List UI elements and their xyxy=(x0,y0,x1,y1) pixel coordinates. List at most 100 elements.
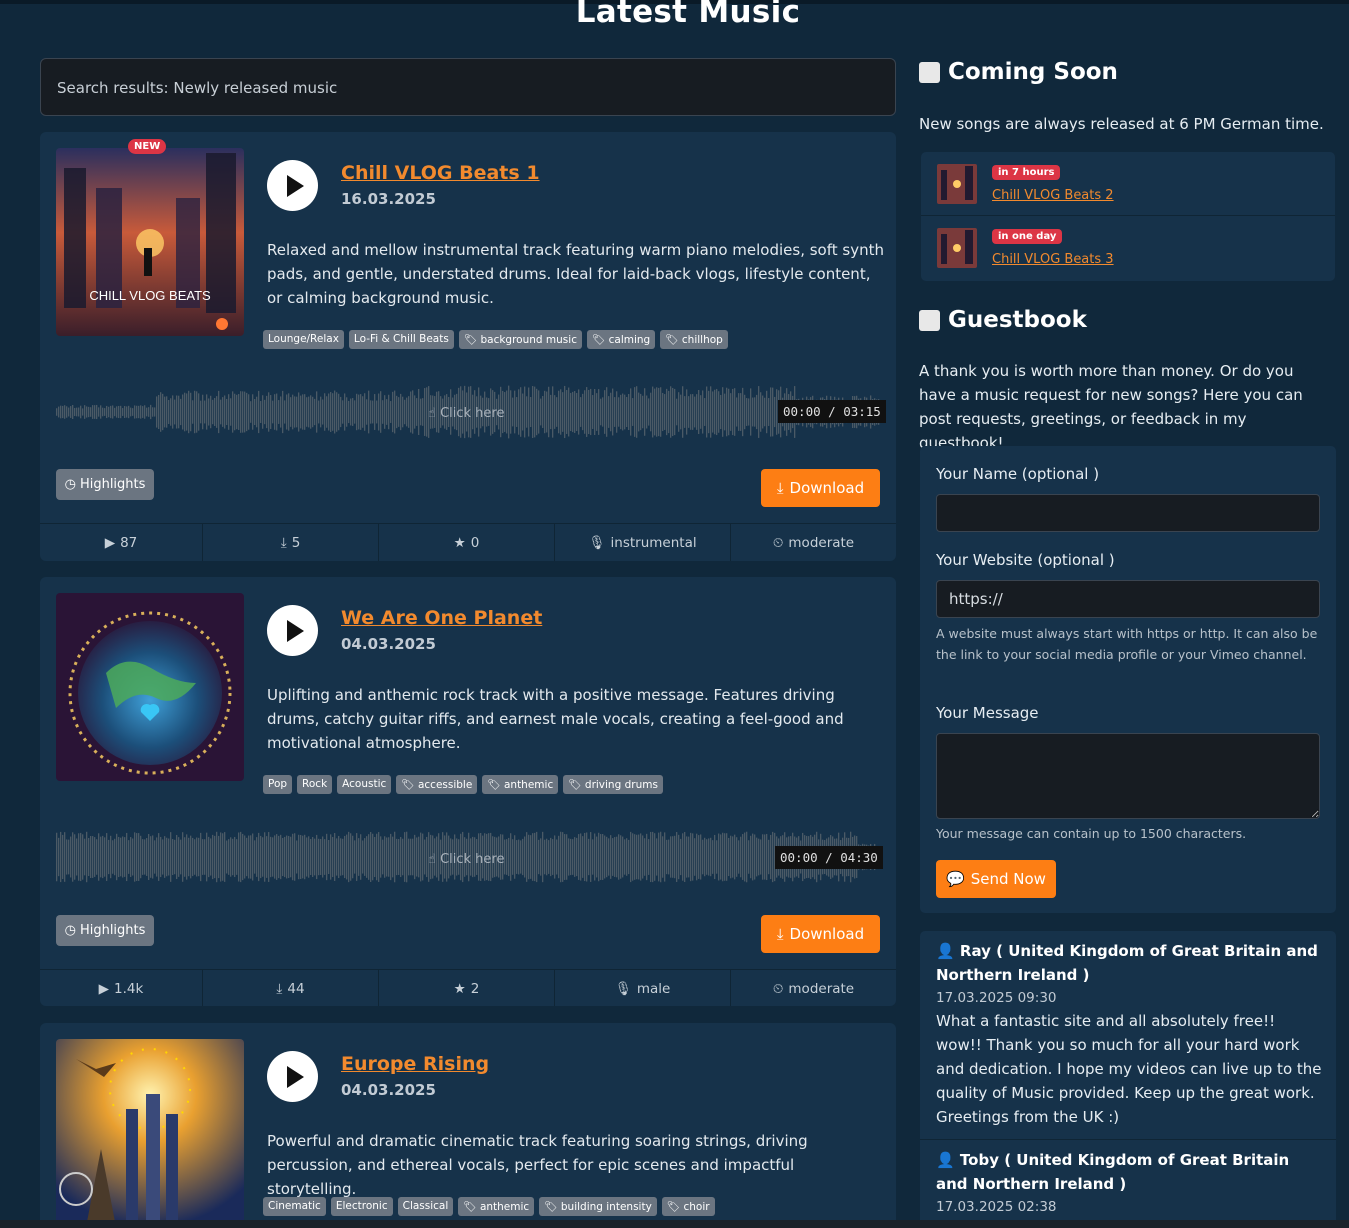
tag[interactable]: Pop xyxy=(263,775,293,794)
favorites-stat[interactable]: ★ 2 xyxy=(379,970,555,1006)
tempo-value: moderate xyxy=(788,980,855,997)
name-label: Your Name (optional ) xyxy=(936,465,1100,483)
time-display: 00:00 / 03:15 xyxy=(778,400,886,423)
new-badge: NEW xyxy=(128,139,167,154)
tag[interactable]: Cinematic xyxy=(263,1197,326,1216)
tag[interactable]: 🏷 accessible xyxy=(396,775,478,794)
cover-we-are-one-planet[interactable] xyxy=(56,593,244,781)
coming-soon-link[interactable]: Chill VLOG Beats 3 xyxy=(992,252,1114,267)
coming-soon-thumbnail[interactable] xyxy=(937,164,977,204)
tag[interactable]: 🏷 anthemic xyxy=(458,1197,535,1216)
guestbook-entries: 👤 Ray ( United Kingdom of Great Britain … xyxy=(920,931,1336,1228)
plays-stat: ▶ 1.4k xyxy=(40,970,203,1006)
downloads-value: 44 xyxy=(287,980,305,997)
clock-icon: ◷ xyxy=(64,923,76,938)
tag[interactable]: 🏷 chillhop xyxy=(660,330,728,349)
download-icon: ⤓ xyxy=(776,925,784,943)
download-label: Download xyxy=(789,479,865,497)
tempo-stat: ⏲ moderate xyxy=(731,970,896,1006)
tag[interactable]: Rock xyxy=(297,775,333,794)
tag[interactable]: 🏷 calming xyxy=(586,330,656,349)
time-display: 00:00 / 04:30 xyxy=(775,846,883,869)
track-title-link[interactable]: We Are One Planet xyxy=(341,607,542,629)
favorites-stat[interactable]: ★ 0 xyxy=(379,524,555,561)
search-results-text: Search results: Newly released music xyxy=(57,79,338,97)
entry-author: 👤 Toby ( United Kingdom of Great Britain… xyxy=(936,1148,1322,1196)
tag[interactable]: 🏷 building intensity xyxy=(539,1197,657,1216)
message-textarea[interactable] xyxy=(936,733,1320,819)
highlights-label: Highlights xyxy=(79,923,146,938)
entry-date: 17.03.2025 02:38 xyxy=(936,1199,1057,1215)
website-label: Your Website (optional ) xyxy=(936,551,1115,569)
book-icon xyxy=(919,309,940,331)
track-title-link[interactable]: Chill VLOG Beats 1 xyxy=(341,162,540,184)
downloads-stat: ⤓ 44 xyxy=(203,970,379,1006)
tag[interactable]: 🏷 driving drums xyxy=(563,775,663,794)
cover-chill-vlog-beats-1[interactable]: CHILL VLOG BEATS xyxy=(56,148,244,336)
coming-soon-list: in 7 hours Chill VLOG Beats 2 in one day… xyxy=(921,152,1335,281)
track-card: Europe Rising 04.03.2025 Powerful and dr… xyxy=(40,1023,896,1228)
downloads-value: 5 xyxy=(291,534,301,551)
download-button[interactable]: ⤓ Download xyxy=(761,469,880,507)
tag[interactable]: 🏷 anthemic xyxy=(482,775,559,794)
entry-author: 👤 Ray ( United Kingdom of Great Britain … xyxy=(936,939,1322,987)
release-note: New songs are always released at 6 PM Ge… xyxy=(919,115,1324,133)
user-icon: 👤 xyxy=(936,1151,955,1169)
download-button[interactable]: ⤓ Download xyxy=(761,915,880,953)
click-here-hint: ☝ Click here xyxy=(428,852,505,867)
tempo-icon: ⏲ xyxy=(772,534,784,551)
play-icon xyxy=(286,619,304,642)
track-stats: ▶ 87 ⤓ 5 ★ 0 🎙 instrumental ⏲ moderate xyxy=(40,523,896,561)
highlights-label: Highlights xyxy=(79,477,146,492)
microphone-icon: 🎙 xyxy=(614,980,632,997)
tag-list: Cinematic Electronic Classical 🏷 anthemic 🏷 … xyxy=(263,1197,715,1216)
comment-icon: 💬 xyxy=(946,870,965,888)
play-button[interactable] xyxy=(267,160,318,211)
play-button[interactable] xyxy=(267,1051,318,1102)
calendar-icon xyxy=(919,61,940,83)
message-help: Your message can contain up to 1500 char… xyxy=(936,826,1247,841)
star-icon: ★ xyxy=(453,980,466,997)
download-count-icon: ⤓ xyxy=(280,534,287,551)
guestbook-form: Your Name (optional ) Your Website (opti… xyxy=(920,446,1336,913)
send-now-button[interactable]: 💬 Send Now xyxy=(936,860,1056,898)
entry-message: What a fantastic site and all absolutely… xyxy=(936,1012,1322,1126)
track-stats: ▶ 1.4k ⤓ 44 ★ 2 🎙 male ⏲ moderate xyxy=(40,969,896,1006)
track-date: 16.03.2025 xyxy=(341,190,436,208)
vocals-stat: 🎙 male xyxy=(555,970,731,1006)
message-label: Your Message xyxy=(936,704,1039,722)
guestbook-heading: Guestbook xyxy=(919,307,1087,333)
track-title-link[interactable]: Europe Rising xyxy=(341,1053,489,1075)
release-countdown-badge: in 7 hours xyxy=(992,165,1061,180)
coming-soon-thumbnail[interactable] xyxy=(937,228,977,268)
download-icon: ⤓ xyxy=(776,479,784,497)
website-help: A website must always start with https o… xyxy=(936,626,1318,662)
track-card: We Are One Planet 04.03.2025 Uplifting a… xyxy=(40,577,896,1006)
highlights-button[interactable]: ◷ Highlights xyxy=(56,469,154,500)
downloads-stat: ⤓ 5 xyxy=(203,524,379,561)
star-icon: ★ xyxy=(453,534,466,551)
tag[interactable]: Lounge/Relax xyxy=(263,330,344,349)
track-description: Uplifting and anthemic rock track with a… xyxy=(267,686,844,752)
track-description: Powerful and dramatic cinematic track fe… xyxy=(267,1132,808,1198)
tag[interactable]: Electronic xyxy=(330,1197,393,1216)
cover-text: CHILL VLOG BEATS xyxy=(89,288,211,303)
guestbook-entry: 👤 Toby ( United Kingdom of Great Britain… xyxy=(936,1148,1322,1218)
tag[interactable]: Lo-Fi & Chill Beats xyxy=(348,330,454,349)
tag-list: Pop Rock Acoustic 🏷 accessible 🏷 anthemic 🏷 d… xyxy=(263,775,663,794)
favorites-value: 2 xyxy=(470,980,480,997)
tag[interactable]: Acoustic xyxy=(337,775,392,794)
name-input[interactable] xyxy=(936,494,1320,532)
click-here-text: Click here xyxy=(440,852,505,867)
cover-europe-rising[interactable] xyxy=(56,1039,244,1227)
coming-soon-link[interactable]: Chill VLOG Beats 2 xyxy=(992,188,1114,203)
track-date: 04.03.2025 xyxy=(341,635,436,653)
website-input[interactable] xyxy=(936,580,1320,618)
tag[interactable]: 🏷 background music xyxy=(458,330,582,349)
highlights-button[interactable]: ◷ Highlights xyxy=(56,915,154,946)
play-button[interactable] xyxy=(267,605,318,656)
coming-soon-item: in 7 hours Chill VLOG Beats 2 xyxy=(921,152,1335,216)
tag[interactable]: 🏷 choir xyxy=(661,1197,715,1216)
tag[interactable]: Classical xyxy=(397,1197,454,1216)
vocals-stat: 🎙 instrumental xyxy=(555,524,731,561)
